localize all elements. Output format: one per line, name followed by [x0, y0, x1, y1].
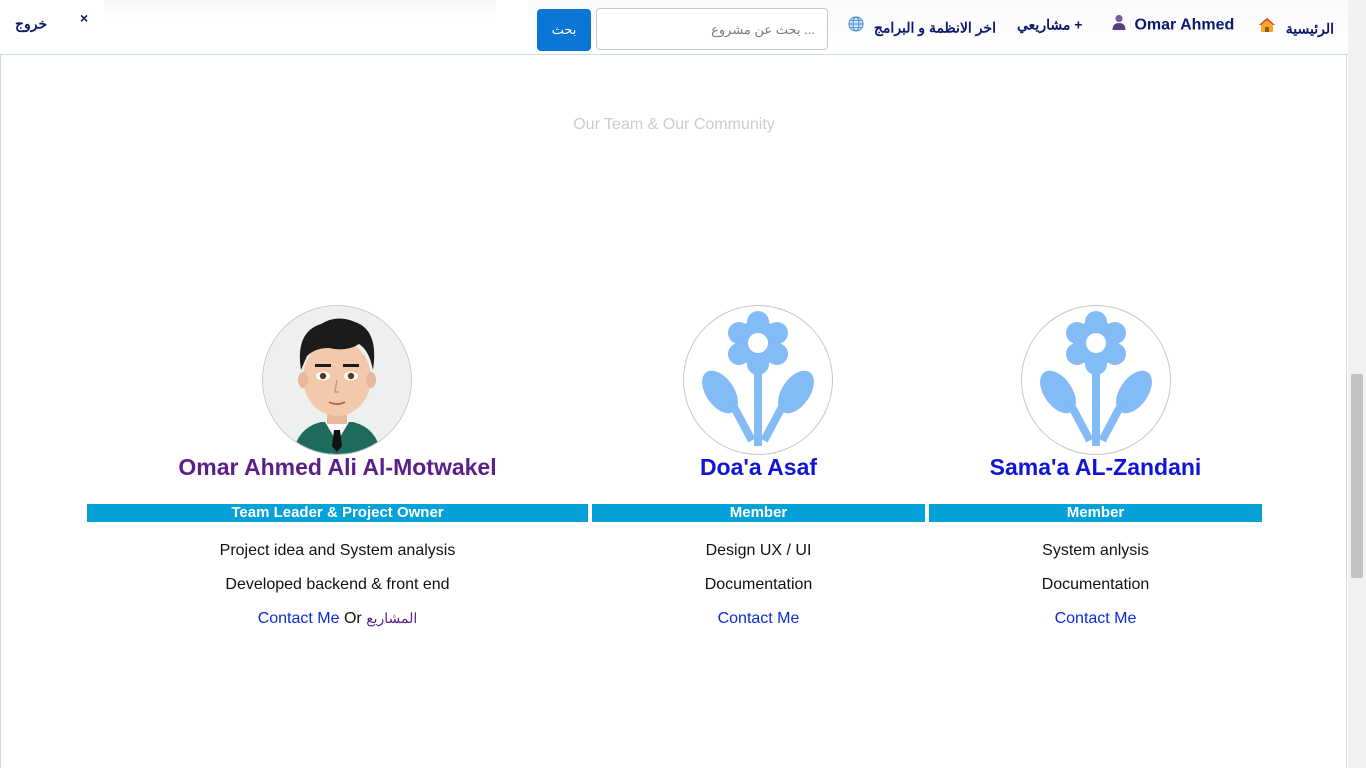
contact-me-link[interactable]: Contact Me — [718, 610, 800, 627]
member-name: Doa'a Asaf — [699, 454, 818, 480]
logout-link[interactable]: خروج — [15, 11, 47, 33]
projects-link[interactable]: المشاريع — [366, 610, 417, 626]
member-task: Project idea and System analysis — [219, 542, 456, 559]
navbar-shade — [104, 0, 496, 22]
contact-row: Contact Me — [929, 610, 1262, 628]
member-task: Documentation — [1041, 576, 1150, 593]
team-member-card: Doa'a Asaf Member Design UX / UI Documen… — [592, 305, 925, 645]
logout-label: خروج — [15, 15, 48, 32]
content-frame-right — [1346, 54, 1347, 768]
search-input[interactable] — [596, 8, 828, 50]
nav-systems-label: اخر الانظمة و البرامج — [873, 19, 996, 36]
section-title: Our Team & Our Community — [573, 116, 775, 133]
member-task: Developed backend & front end — [225, 576, 450, 593]
nav-systems-link[interactable]: اخر الانظمة و البرامج — [848, 15, 996, 37]
nav-projects-label: مشاريعي + — [1017, 16, 1083, 33]
cartoon-man-avatar — [262, 305, 412, 455]
nav-my-projects-link[interactable]: مشاريعي + — [1017, 12, 1082, 34]
top-navbar: خروج × بحث اخر الانظمة و البرامج مشاريعي… — [0, 0, 1366, 55]
flower-icon — [683, 305, 833, 455]
nav-home-link[interactable]: الرئيسية — [1258, 16, 1334, 38]
scrollbar-thumb[interactable] — [1351, 374, 1363, 578]
member-name: Omar Ahmed Ali Al-Motwakel — [178, 454, 497, 480]
team-member-card: Sama'a AL-Zandani Member System anlysis … — [929, 305, 1262, 645]
contact-row: Contact Me — [592, 610, 925, 628]
nav-user-link[interactable]: Omar Ahmed — [1112, 14, 1234, 36]
nav-home-label: الرئيسية — [1285, 20, 1334, 37]
nav-user-label: Omar Ahmed — [1134, 16, 1235, 34]
flower-icon — [1021, 305, 1171, 455]
member-role: Member — [592, 504, 925, 522]
close-icon[interactable]: × — [80, 10, 88, 26]
globe-icon — [848, 16, 864, 38]
contact-me-link[interactable]: Contact Me — [258, 610, 340, 627]
contact-row: Contact Me Or المشاريع — [87, 610, 588, 628]
member-task: Design UX / UI — [705, 542, 812, 559]
member-role: Member — [929, 504, 1262, 522]
home-icon — [1258, 17, 1276, 39]
search-button[interactable]: بحث — [537, 9, 591, 51]
or-text: Or — [343, 610, 362, 627]
team-member-card: Omar Ahmed Ali Al-Motwakel Team Leader &… — [87, 305, 588, 645]
content-frame-left — [0, 54, 1, 768]
member-task: System anlysis — [1042, 542, 1149, 559]
member-role: Team Leader & Project Owner — [87, 504, 588, 522]
member-name: Sama'a AL-Zandani — [989, 454, 1202, 480]
member-task: Documentation — [704, 576, 813, 593]
contact-me-link[interactable]: Contact Me — [1055, 610, 1137, 627]
user-icon — [1112, 14, 1126, 37]
